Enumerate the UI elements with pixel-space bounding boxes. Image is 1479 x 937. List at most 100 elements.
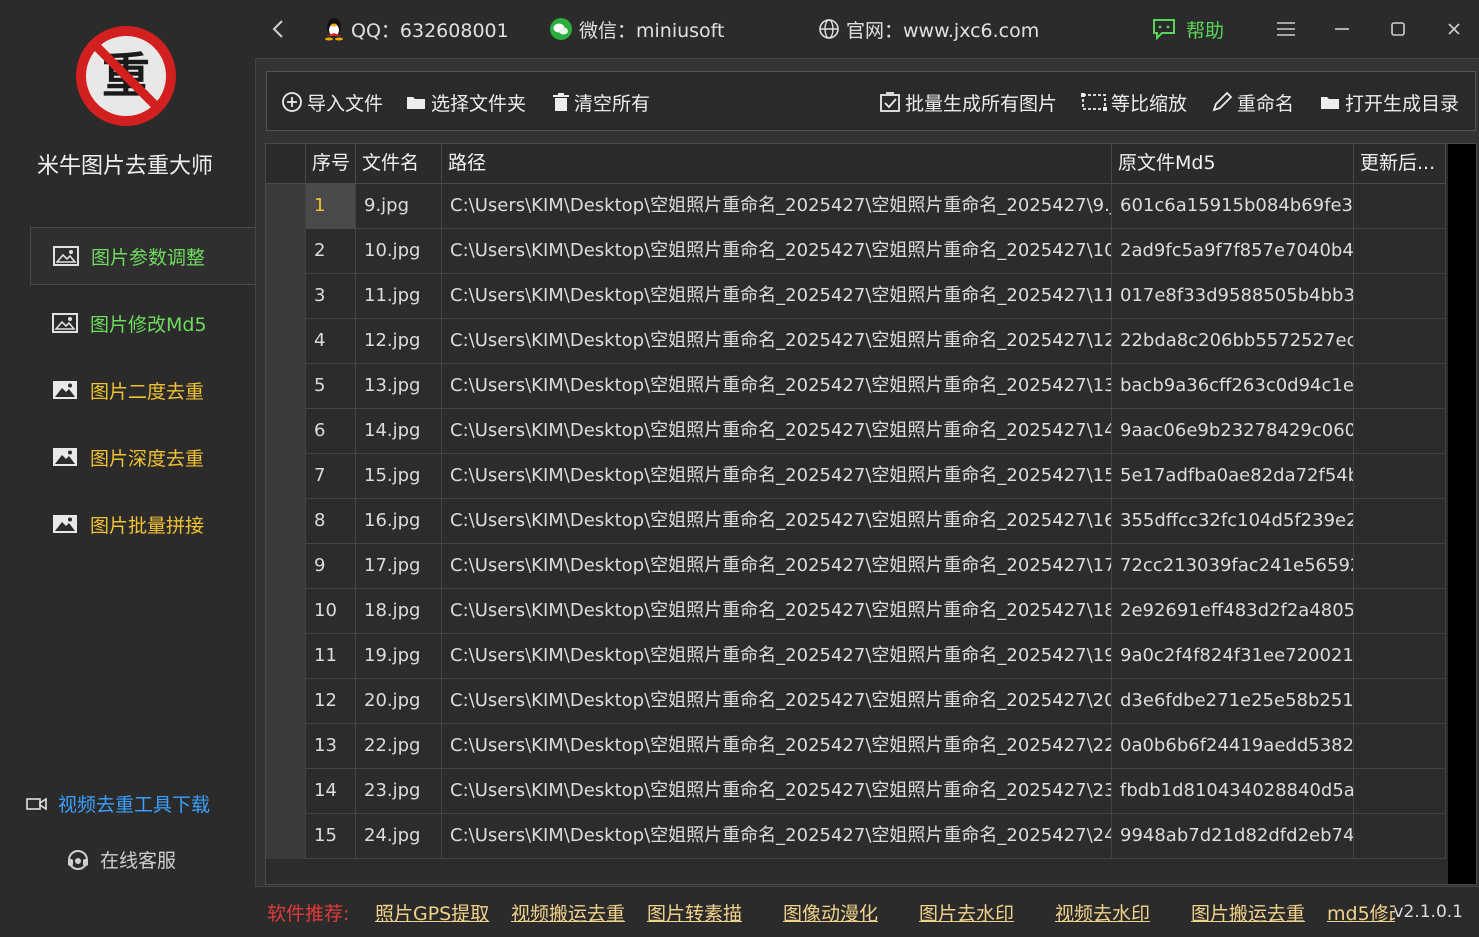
row-selector: [266, 724, 306, 769]
table-row[interactable]: 8 16.jpg C:\Users\KIM\Desktop\空姐照片重命名_2025…: [266, 499, 1446, 544]
folder-icon: [407, 97, 425, 109]
image-filled-icon: [53, 381, 77, 399]
cell-filename: 16.jpg: [356, 499, 442, 544]
proportional-scale-button[interactable]: 等比缩放: [1081, 88, 1187, 116]
row-selector: [266, 229, 306, 274]
header-updated[interactable]: 更新后...: [1354, 144, 1446, 184]
sidebar-item-deep-dedupe[interactable]: 图片深度去重: [30, 428, 255, 486]
pencil-icon: [1212, 91, 1233, 112]
sidebar-item-second-dedupe[interactable]: 图片二度去重: [30, 361, 255, 419]
table-row[interactable]: 3 11.jpg C:\Users\KIM\Desktop\空姐照片重命名_2025…: [266, 274, 1446, 319]
app-title: 米牛图片去重大师: [36, 154, 213, 179]
website-link[interactable]: 官网：www.jxc6.com: [818, 14, 1039, 44]
back-button[interactable]: [265, 16, 291, 42]
footer-link-sketch[interactable]: 图片转素描: [647, 899, 742, 926]
video-camera-icon: [26, 797, 47, 810]
footer-link-video-dedupe[interactable]: 视频搬运去重: [511, 899, 625, 926]
sidebar-item-label: 图片修改Md5: [90, 313, 207, 336]
footer-link-video-watermark[interactable]: 视频去水印: [1055, 899, 1150, 926]
open-output-folder-button[interactable]: 打开生成目录: [1319, 88, 1459, 116]
table-row[interactable]: 1 9.jpg C:\Users\KIM\Desktop\空姐照片重命名_20254…: [266, 184, 1446, 229]
maximize-button[interactable]: [1385, 16, 1411, 42]
header-filename[interactable]: 文件名: [356, 144, 442, 184]
image-filled-icon: [53, 448, 77, 466]
cell-index: 13: [306, 724, 356, 769]
maximize-icon: [1391, 22, 1405, 36]
row-selector: [266, 769, 306, 814]
table-row[interactable]: 5 13.jpg C:\Users\KIM\Desktop\空姐照片重命名_2025…: [266, 364, 1446, 409]
cell-updated-md5: [1354, 679, 1446, 724]
cell-md5: 72cc213039fac241e56592...: [1112, 544, 1354, 589]
row-selector: [266, 409, 306, 454]
import-file-button[interactable]: 导入文件: [281, 88, 383, 116]
sidebar-item-batch-stitch[interactable]: 图片批量拼接: [30, 495, 255, 553]
cell-md5: 2ad9fc5a9f7f857e7040b4...: [1112, 229, 1354, 274]
cell-path: C:\Users\KIM\Desktop\空姐照片重命名_2025427\空姐照…: [442, 409, 1112, 454]
footer-link-anime[interactable]: 图像动漫化: [783, 899, 878, 926]
header-index[interactable]: 序号: [306, 144, 356, 184]
row-selector: [266, 364, 306, 409]
clear-all-label: 清空所有: [574, 92, 651, 115]
video-tool-download-link[interactable]: 视频去重工具下载: [26, 790, 210, 817]
minimize-button[interactable]: [1329, 16, 1355, 42]
close-button[interactable]: [1441, 16, 1467, 42]
table-row[interactable]: 4 12.jpg C:\Users\KIM\Desktop\空姐照片重命名_2025…: [266, 319, 1446, 364]
menu-button[interactable]: [1273, 16, 1299, 42]
batch-generate-button[interactable]: 批量生成所有图片: [879, 88, 1057, 116]
version-label: v2.1.0.1: [1393, 902, 1463, 922]
table-row[interactable]: 12 20.jpg C:\Users\KIM\Desktop\空姐照片重命名_202…: [266, 679, 1446, 724]
table-row[interactable]: 11 19.jpg C:\Users\KIM\Desktop\空姐照片重命名_202…: [266, 634, 1446, 679]
cell-path: C:\Users\KIM\Desktop\空姐照片重命名_2025427\空姐照…: [442, 724, 1112, 769]
vertical-scrollbar[interactable]: [1448, 144, 1476, 884]
table-row[interactable]: 9 17.jpg C:\Users\KIM\Desktop\空姐照片重命名_2025…: [266, 544, 1446, 589]
cell-path: C:\Users\KIM\Desktop\空姐照片重命名_2025427\空姐照…: [442, 319, 1112, 364]
cell-updated-md5: [1354, 319, 1446, 364]
file-table[interactable]: 序号 文件名 路径 原文件Md5 更新后... 1 9.jpg C:\Users\K…: [265, 143, 1477, 885]
cell-index: 11: [306, 634, 356, 679]
sidebar-item-modify-md5[interactable]: 图片修改Md5: [30, 294, 255, 352]
menu-icon: [1277, 22, 1295, 36]
row-selector: [266, 499, 306, 544]
clear-all-button[interactable]: 清空所有: [552, 88, 650, 116]
cell-filename: 10.jpg: [356, 229, 442, 274]
header-path[interactable]: 路径: [442, 144, 1112, 184]
website-label: 官网：www.jxc6.com: [846, 19, 1040, 42]
trash-icon: [553, 93, 569, 111]
row-selector: [266, 679, 306, 724]
cell-filename: 19.jpg: [356, 634, 442, 679]
table-row[interactable]: 6 14.jpg C:\Users\KIM\Desktop\空姐照片重命名_2025…: [266, 409, 1446, 454]
footer-link-md5[interactable]: md5修改: [1327, 899, 1395, 926]
qq-label: QQ：632608001: [351, 19, 509, 42]
table-row[interactable]: 7 15.jpg C:\Users\KIM\Desktop\空姐照片重命名_2025…: [266, 454, 1446, 499]
footer-link-image-dedupe[interactable]: 图片搬运去重: [1191, 899, 1305, 926]
row-selector: [266, 544, 306, 589]
app-logo: 重: [76, 26, 176, 126]
help-button[interactable]: 帮助: [1152, 14, 1224, 44]
online-service-link[interactable]: 在线客服: [66, 846, 176, 873]
cell-md5: 9a0c2f4f824f31ee720021...: [1112, 634, 1354, 679]
table-row[interactable]: 13 22.jpg C:\Users\KIM\Desktop\空姐照片重命名_202…: [266, 724, 1446, 769]
row-selector: [266, 589, 306, 634]
footer-link-gps[interactable]: 照片GPS提取: [375, 899, 489, 926]
table-header: 序号 文件名 路径 原文件Md5 更新后...: [266, 144, 1446, 184]
cell-index: 10: [306, 589, 356, 634]
table-row[interactable]: 15 24.jpg C:\Users\KIM\Desktop\空姐照片重命名_202…: [266, 814, 1446, 859]
rename-button[interactable]: 重命名: [1211, 88, 1294, 116]
wechat-icon: [550, 18, 572, 40]
cell-index: 4: [306, 319, 356, 364]
sidebar-item-param-adjust[interactable]: 图片参数调整: [30, 227, 255, 285]
table-row[interactable]: 14 23.jpg C:\Users\KIM\Desktop\空姐照片重命名_202…: [266, 769, 1446, 814]
row-selector: [266, 454, 306, 499]
toolbar: 导入文件 选择文件夹 清空所有 批量生成所有图片 等比缩放 重命名 打开生成目录: [266, 71, 1476, 131]
cell-path: C:\Users\KIM\Desktop\空姐照片重命名_2025427\空姐照…: [442, 229, 1112, 274]
image-filled-icon: [53, 515, 77, 533]
header-original-md5[interactable]: 原文件Md5: [1112, 144, 1354, 184]
cell-filename: 9.jpg: [356, 184, 442, 229]
table-row[interactable]: 10 18.jpg C:\Users\KIM\Desktop\空姐照片重命名_202…: [266, 589, 1446, 634]
cell-updated-md5: [1354, 499, 1446, 544]
footer-link-image-watermark[interactable]: 图片去水印: [919, 899, 1014, 926]
cell-index: 12: [306, 679, 356, 724]
headset-icon: [68, 849, 88, 870]
select-folder-button[interactable]: 选择文件夹: [405, 88, 526, 116]
table-row[interactable]: 2 10.jpg C:\Users\KIM\Desktop\空姐照片重命名_2025…: [266, 229, 1446, 274]
